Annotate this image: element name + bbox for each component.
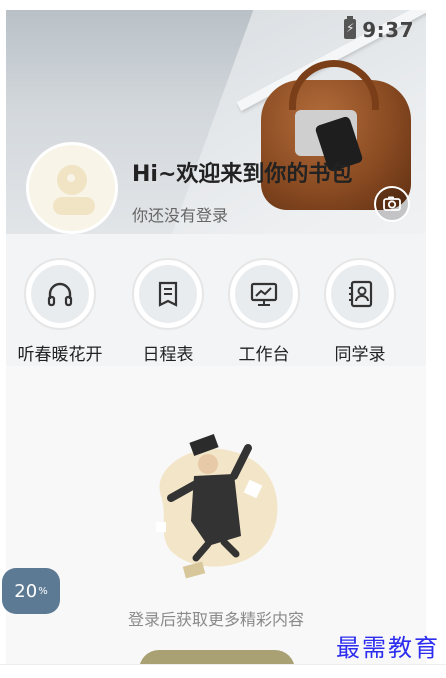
menu-item-schedule[interactable]: 日程表 [123, 258, 213, 365]
quick-menu: 听春暖花开 日程表 工作台 同学录 [6, 234, 426, 366]
camera-icon[interactable] [374, 186, 410, 222]
app-screen: ⚡ 9:37 Hi~欢迎来到你的书包 你还没有登录 听春暖花开 日程表 工作台 … [6, 10, 426, 678]
menu-item-label: 工作台 [238, 345, 290, 365]
status-time: 9:37 [362, 18, 414, 42]
greeting-title: Hi~欢迎来到你的书包 [132, 162, 353, 187]
avatar-icon[interactable] [26, 142, 118, 234]
workbench-icon [235, 265, 293, 323]
menu-item-label: 同学录 [334, 345, 386, 365]
graduation-illustration [136, 426, 296, 596]
menu-item-contacts[interactable]: 同学录 [315, 258, 405, 365]
profile-banner: ⚡ 9:37 Hi~欢迎来到你的书包 你还没有登录 [6, 10, 426, 234]
menu-item-workbench[interactable]: 工作台 [219, 258, 309, 365]
menu-item-listen[interactable]: 听春暖花开 [15, 258, 105, 365]
watermark-text: 最需教育 [336, 634, 440, 662]
badge-value: 20 [14, 580, 38, 602]
headphones-icon [31, 265, 89, 323]
battery-charging-icon: ⚡ [344, 16, 356, 39]
empty-state-message: 登录后获取更多精彩内容 [127, 610, 304, 629]
badge-unit: % [38, 585, 48, 597]
login-status-text[interactable]: 你还没有登录 [132, 202, 228, 226]
menu-item-label: 日程表 [142, 345, 194, 365]
schedule-icon [139, 265, 197, 323]
menu-item-label: 听春暖花开 [17, 345, 103, 365]
bottom-nav-bar [0, 664, 446, 678]
contacts-icon [331, 265, 389, 323]
floating-progress-badge[interactable]: 20% [2, 568, 60, 614]
